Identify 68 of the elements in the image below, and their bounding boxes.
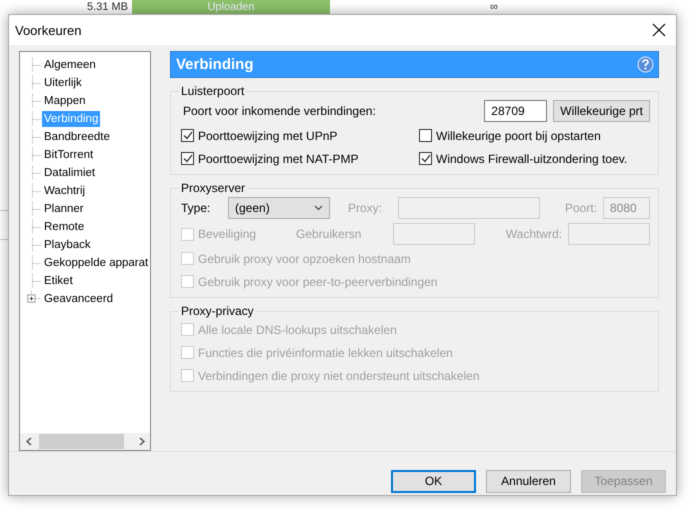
tree-connector-line [32,254,42,272]
tree-item[interactable]: Datalimiet [42,165,98,181]
checkbox-label: Verbindingen die proxy niet ondersteunt uitschakelen [198,368,480,382]
field-label: Poort voor inkomende verbindingen: [182,104,376,118]
port-field[interactable]: 28709 [484,100,548,122]
table-cell: ∞ [490,1,498,13]
status-text: Uploaden [206,0,256,14]
checkbox-label: Beveiliging [198,227,256,241]
tree-connector-line [32,56,42,74]
tree-item[interactable]: Uiterlijk [42,75,84,91]
tree-connector-line [32,110,42,128]
password-field[interactable] [568,223,650,245]
tree-item[interactable]: Wachtrij [42,183,88,199]
checkbox-label: Poorttoewijzing met NAT-PMP [198,152,358,166]
dialog-button[interactable]: Annuleren [486,470,571,492]
page-title: Verbinding [176,56,254,73]
checkbox-label: Windows Firewall-uitzondering toev. [436,152,628,166]
checkbox-label: Gebruik proxy voor peer-to-peerverbindingen [198,274,438,288]
field-label: Poort: [564,201,597,215]
tree-item[interactable]: Mappen [42,93,88,109]
checkbox-label: Poorttoewijzing met UPnP [198,128,338,142]
group-title: Proxyserver [180,181,246,195]
tree-connector-line [32,272,42,290]
tree-item[interactable]: Planner [42,201,86,217]
tree-item[interactable]: Playback [42,237,93,253]
tree-connector-line [32,92,42,110]
checkbox-label: Alle locale DNS-lookups uitschakelen [198,322,397,336]
horizontal-scrollbar[interactable] [20,433,150,450]
random-port-button[interactable]: Willekeurige prt [553,100,650,122]
field-label: Proxy: [348,201,384,215]
window-title: Voorkeuren [15,22,82,38]
type-dropdown[interactable]: (geen) [228,197,330,219]
checkbox[interactable] [181,129,194,142]
checkbox-label: Willekeurige poort bij opstarten [436,128,601,142]
close-icon[interactable] [652,23,666,37]
tree-connector-line [32,164,42,182]
tree-connector-line [32,146,42,164]
checkbox[interactable] [419,152,432,165]
group-title: Proxy-privacy [180,304,255,318]
scroll-left-icon[interactable] [26,437,32,446]
tree-item[interactable]: Geavanceerd [42,291,116,307]
checkbox-label: Functies die privéinformatie lekken uitschakelen [198,346,453,360]
chevron-down-icon [314,205,323,211]
help-icon[interactable] [637,56,654,73]
proxy-field[interactable] [398,197,540,219]
username-field[interactable] [393,223,475,245]
checkbox[interactable] [419,129,432,142]
field-label: Gebruikersn [296,227,362,241]
field-label: Wachtwrd: [506,227,562,241]
tree-connector-line [32,236,42,254]
tree-connector-line [32,74,42,92]
field-label: Type: [181,201,212,215]
checkbox[interactable] [181,152,194,165]
tree-connector-line [32,200,42,218]
dialog-button[interactable]: OK [391,470,476,492]
tree-connector-line [32,218,42,236]
tree-connector-line [32,128,42,146]
tree-connector-line [32,182,42,200]
tree-item[interactable]: Etiket [42,273,75,289]
tree-item[interactable]: BitTorrent [42,147,96,163]
tree-item[interactable]: Remote [42,219,86,235]
tree-item[interactable]: Gekoppelde apparat [42,255,150,271]
checkbox-label: Gebruik proxy voor opzoeken hostnaam [198,252,411,266]
tree-item[interactable]: Algemeen [42,57,98,73]
group-title: Luisterpoort [180,84,246,98]
file-size: 5.31 MB [86,1,129,13]
tree-item[interactable]: Bandbreedte [42,129,112,145]
scroll-right-icon[interactable] [138,437,144,446]
